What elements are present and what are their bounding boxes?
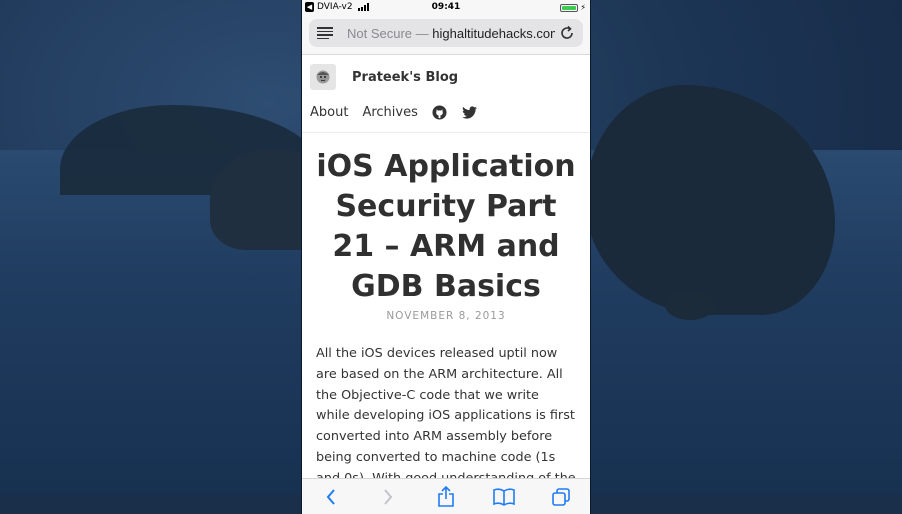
browser-address-area: Not Secure — highaltitudehacks.com [302,16,590,55]
url-text[interactable]: Not Secure — highaltitudehacks.com [347,26,555,41]
wallpaper-island-right [585,85,835,315]
blog-title[interactable]: Prateek's Blog [352,70,458,85]
not-secure-label: Not Secure — [347,25,433,41]
blog-nav: About Archives [302,92,590,120]
bookmarks-icon[interactable] [490,483,518,511]
github-icon[interactable] [432,104,448,120]
status-bar: ◀ DVIA-v2 09:41 ⚡ [302,0,590,16]
browser-toolbar [302,478,590,514]
battery-indicator: ⚡ [560,3,586,12]
nav-divider [302,132,590,133]
url-domain: highaltitudehacks.com [432,25,555,41]
blog-header: Prateek's Blog [302,55,590,92]
post-body: All the iOS devices released uptil now a… [316,346,576,479]
wallpaper-rock [665,290,715,320]
charging-icon: ⚡ [580,3,586,12]
tabs-icon[interactable] [547,483,575,511]
phone-screen: ◀ DVIA-v2 09:41 ⚡ Not Secure — highaltit… [302,0,590,514]
address-bar[interactable]: Not Secure — highaltitudehacks.com [309,19,583,47]
battery-fill [562,5,577,10]
status-time: 09:41 [431,2,461,12]
post-title: iOS Application Security Part 21 – ARM a… [316,149,576,304]
forward-icon[interactable] [374,483,402,511]
web-page: Prateek's Blog About Archives iOS Applic… [302,55,590,479]
back-icon[interactable] [317,483,345,511]
reader-view-icon[interactable] [317,27,333,39]
battery-icon [560,3,579,12]
avatar[interactable] [310,64,336,90]
reload-icon[interactable] [559,25,575,41]
share-icon[interactable] [432,483,460,511]
post-date: NOVEMBER 8, 2013 [386,310,506,322]
nav-about[interactable]: About [310,105,348,120]
twitter-icon[interactable] [462,104,478,120]
nav-archives[interactable]: Archives [362,105,417,120]
avatar-face-icon [316,70,330,84]
